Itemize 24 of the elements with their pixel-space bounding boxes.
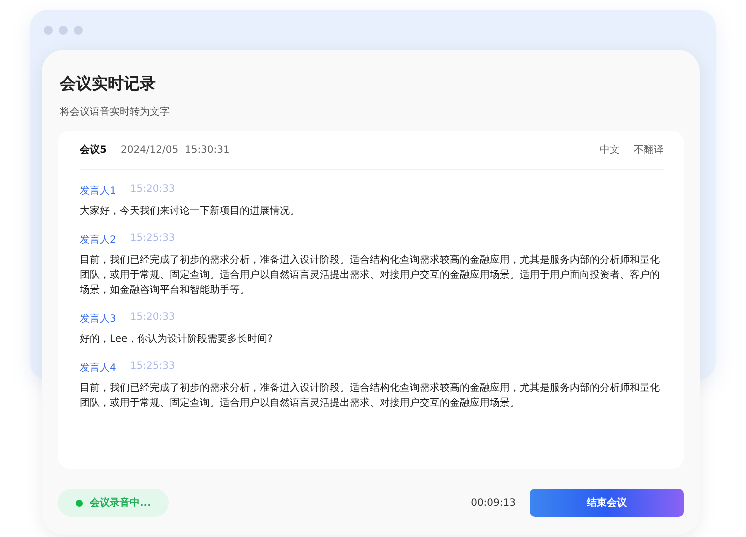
window-dot-icon xyxy=(44,26,53,35)
transcript-text: 好的，Lee，你认为设计阶段需要多长时间? xyxy=(80,332,274,347)
speaker-name: 发言人4 xyxy=(80,362,116,375)
transcript-text: 目前，我们已经完成了初步的需求分析，准备进入设计阶段。适合结构化查询需求较高的金融应用，尤其是服务内部的分析师和量化团队，或用于常规、固定查询。适合用户以自然语言灵活提出需求、对接用户交互的金融应用场景。 xyxy=(80,382,661,411)
page-subtitle: 将会议语音实时转为文字 xyxy=(60,106,171,119)
elapsed-timer: 00:09:13 xyxy=(471,498,516,508)
window-dot-icon xyxy=(59,26,68,35)
window-dot-icon xyxy=(74,26,83,35)
end-meeting-button[interactable]: 结束会议 xyxy=(530,489,684,517)
page-title: 会议实时记录 xyxy=(60,74,157,95)
meeting-datetime: 2024/12/05 15:30:31 xyxy=(120,144,230,156)
speaker-name: 发言人3 xyxy=(80,312,116,326)
speaker-name: 发言人1 xyxy=(80,184,116,198)
timestamp: 15:25:33 xyxy=(130,361,176,374)
transcript-text: 目前，我们已经完成了初步的需求分析，准备进入设计阶段。适合结构化查询需求较高的金融应用，尤其是服务内部的分析师和量化团队，或用于常规、固定查询。适合用户以自然语言灵活提出需求、对接用户交互的金融应用场景。适用于用户面向投资者、客户的场景，如金融咨询平台和智能助手等。 xyxy=(80,254,661,298)
timestamp: 15:20:33 xyxy=(130,312,176,325)
timestamp: 15:25:33 xyxy=(130,233,176,246)
speaker-name: 发言人2 xyxy=(80,234,116,247)
status-label: 会议录音中... xyxy=(90,496,152,510)
transcript-text: 大家好，今天我们来讨论一下新项目的进展情况。 xyxy=(80,204,301,219)
language-option[interactable]: 中文 xyxy=(600,143,620,157)
translation-option[interactable]: 不翻译 xyxy=(634,143,664,157)
timestamp: 15:20:33 xyxy=(130,184,176,197)
meeting-name: 会议5 xyxy=(80,144,107,157)
